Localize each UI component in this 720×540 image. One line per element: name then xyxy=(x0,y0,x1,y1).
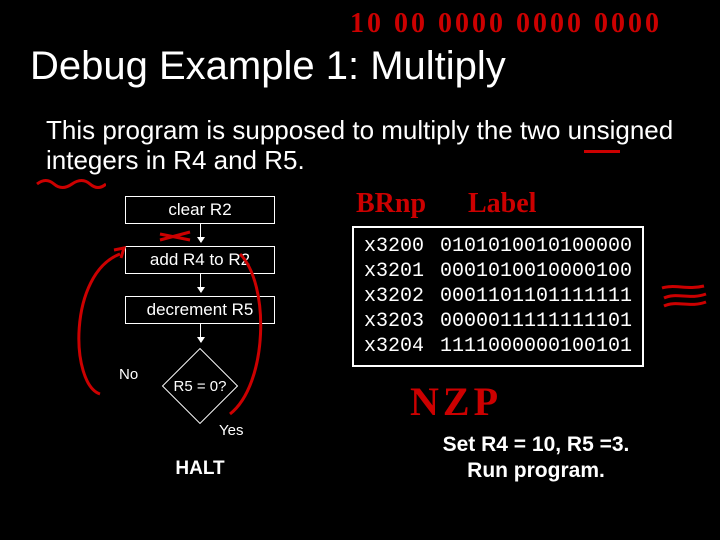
code-addr: x3200 xyxy=(364,234,428,259)
flow-box-decrement: decrement R5 xyxy=(125,296,275,324)
branch-no-label: No xyxy=(119,366,138,383)
flow-box-add: add R4 to R2 xyxy=(125,246,275,274)
footer-instructions: Set R4 = 10, R5 =3. Run program. xyxy=(396,432,676,485)
code-row: x3200 0101010010100000 xyxy=(364,234,632,259)
flow-halt: HALT xyxy=(125,458,275,480)
scribble-annotation xyxy=(660,284,708,310)
branch-yes-label: Yes xyxy=(219,422,243,439)
squiggle-annotation xyxy=(36,176,106,190)
flow-box-label: decrement R5 xyxy=(147,300,254,319)
footer-line: Run program. xyxy=(396,458,676,484)
flowchart: clear R2 add R4 to R2 decrement R5 R5 = … xyxy=(90,196,310,480)
code-row: x3201 0001010010000100 xyxy=(364,259,632,284)
description-text: This program is supposed to multiply the… xyxy=(46,116,676,176)
flow-decision: R5 = 0? No Yes xyxy=(125,356,275,416)
page-title: Debug Example 1: Multiply xyxy=(30,44,506,89)
arrow-icon xyxy=(200,224,201,242)
handwritten-label: Label xyxy=(468,188,536,220)
code-row: x3204 1111000000100101 xyxy=(364,334,632,359)
handwritten-brnp: BRnp xyxy=(356,188,426,220)
code-bits: 0101010010100000 xyxy=(440,234,632,259)
footer-line: Set R4 = 10, R5 =3. xyxy=(396,432,676,458)
arrow-icon xyxy=(200,324,201,342)
arrow-icon xyxy=(200,274,201,292)
code-table: x3200 0101010010100000 x3201 0001010010000… xyxy=(352,226,644,367)
handwritten-nzp: NZP xyxy=(410,378,502,425)
handwritten-top-binary: 10 00 0000 0000 0000 xyxy=(350,8,662,40)
code-bits: 0000011111111101 xyxy=(440,309,632,334)
flow-box-label: add R4 to R2 xyxy=(150,250,250,269)
code-bits: 1111000000100101 xyxy=(440,334,632,359)
code-addr: x3204 xyxy=(364,334,428,359)
code-addr: x3202 xyxy=(364,284,428,309)
decision-label: R5 = 0? xyxy=(125,378,275,395)
underline-annotation xyxy=(584,150,620,153)
code-bits: 0001101101111111 xyxy=(440,284,632,309)
code-row: x3203 0000011111111101 xyxy=(364,309,632,334)
code-addr: x3203 xyxy=(364,309,428,334)
code-addr: x3201 xyxy=(364,259,428,284)
code-row: x3202 0001101101111111 xyxy=(364,284,632,309)
flow-box-label: clear R2 xyxy=(168,200,231,219)
code-bits: 0001010010000100 xyxy=(440,259,632,284)
flow-box-clear: clear R2 xyxy=(125,196,275,224)
